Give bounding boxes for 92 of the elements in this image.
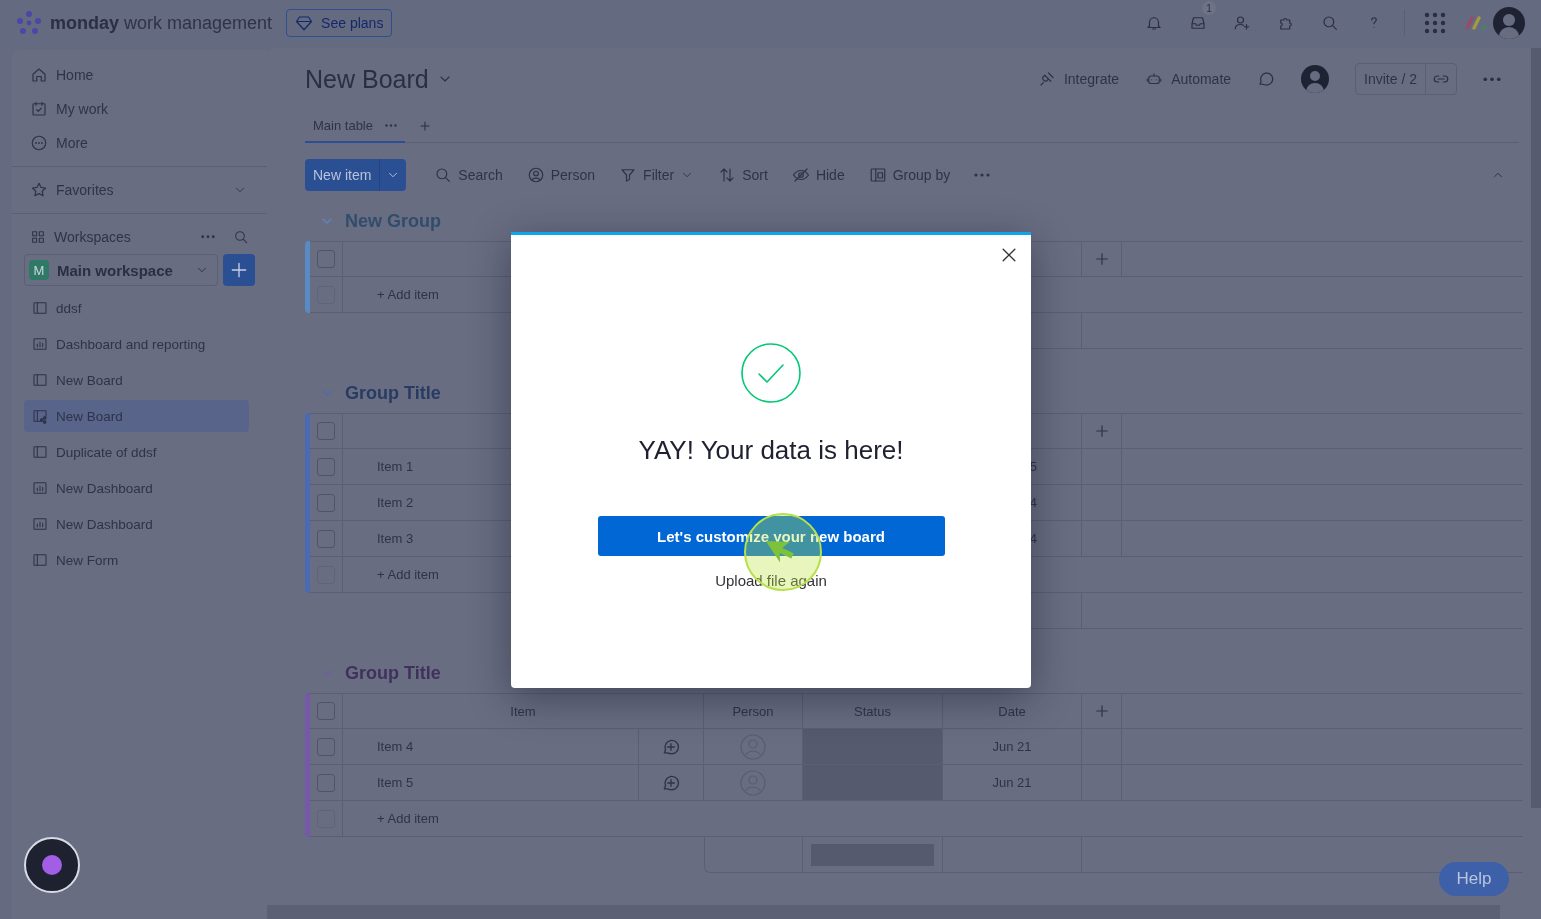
diamond-icon [295, 14, 314, 32]
checkbox[interactable] [317, 773, 335, 792]
item-name[interactable]: Item 1 [377, 459, 414, 474]
more-dots-icon [974, 173, 991, 177]
checkbox[interactable] [317, 422, 335, 440]
filter-icon [619, 166, 638, 184]
grid-dots-icon [1424, 12, 1446, 34]
more-dots-icon [1483, 76, 1501, 82]
more-dots-icon [385, 123, 397, 127]
board-icon [32, 444, 48, 460]
item-name[interactable]: Item 2 [377, 495, 414, 510]
modal-title: YAY! Your data is here! [638, 435, 904, 466]
sidebar-board-item[interactable]: Duplicate of ddsf [24, 436, 249, 468]
favorites-toggle[interactable]: Favorites [12, 173, 267, 207]
toolbar-button[interactable]: Person [514, 159, 608, 191]
star-icon [30, 181, 48, 199]
date-cell: Jun 21 [992, 739, 1032, 754]
invite-control[interactable]: Invite / 2 [1355, 63, 1457, 95]
new-item-button[interactable]: New item [305, 159, 407, 191]
board-action-button[interactable]: Integrate [1037, 70, 1120, 88]
calendar-check-icon [30, 100, 48, 118]
board-title[interactable]: New Board [305, 64, 453, 94]
board-icon [32, 552, 48, 568]
more-options-button[interactable] [1483, 76, 1501, 82]
help-button[interactable]: Help [1439, 862, 1509, 896]
more-circle-icon [30, 134, 48, 152]
notification-badge: 1 [1202, 1, 1216, 15]
board-icon [32, 372, 48, 388]
workspaces-label: Workspaces [54, 229, 131, 245]
see-plans-button[interactable]: See plans [286, 9, 393, 37]
home-icon [30, 66, 48, 84]
checkbox[interactable] [317, 250, 335, 268]
checkbox[interactable] [317, 493, 335, 512]
toolbar-button[interactable]: Group by [856, 159, 963, 191]
sidebar-board-item[interactable]: New Form [24, 544, 249, 576]
search-icon [1321, 14, 1339, 32]
sidebar-board-item[interactable]: New Dashboard [24, 508, 249, 540]
workspaces-icon [30, 229, 46, 245]
chat-bubble-icon [1257, 70, 1276, 88]
item-name[interactable]: Item 3 [377, 531, 414, 546]
person-add-icon [1233, 14, 1251, 32]
view-tab[interactable]: Main table [305, 109, 405, 143]
plus-icon [229, 260, 249, 280]
sidebar-board-item[interactable]: New Dashboard [24, 472, 249, 504]
bell-icon [1145, 14, 1163, 32]
toolbar-button[interactable]: Search [422, 159, 515, 191]
sidebar-nav-item[interactable]: Home [12, 58, 267, 92]
dashboard-icon [32, 480, 48, 496]
check-circle-icon [739, 341, 803, 405]
brand-name: monday work management [50, 12, 273, 34]
toolbar-button[interactable]: Hide [779, 159, 857, 191]
person-circle-icon [526, 166, 545, 184]
updates-button[interactable] [1257, 70, 1276, 88]
checkbox[interactable] [317, 737, 335, 756]
board-action-button[interactable]: Automate [1145, 70, 1232, 88]
workspace-initial-icon: M [29, 260, 49, 280]
sidebar-board-item[interactable]: New Board [24, 364, 249, 396]
sidebar-board-item[interactable]: New Board [24, 400, 249, 432]
checkbox[interactable] [317, 457, 335, 476]
group-title[interactable]: Group Title [345, 382, 441, 404]
group-title[interactable]: Group Title [345, 662, 441, 684]
checkbox[interactable] [317, 529, 335, 548]
more-options-button[interactable] [201, 235, 215, 239]
toolbar-button[interactable]: Sort [706, 159, 780, 191]
dashboard-icon [32, 516, 48, 532]
item-name[interactable]: Item 5 [377, 775, 414, 790]
date-cell: Jun 21 [992, 775, 1032, 790]
sidebar-board-item[interactable]: Dashboard and reporting [24, 328, 249, 360]
product-mark-icon [1465, 16, 1487, 30]
eye-slash-icon [791, 166, 810, 184]
group-by-icon [868, 166, 887, 184]
add-item-button[interactable]: + Add item [377, 287, 439, 302]
board-icon [32, 300, 48, 316]
add-button[interactable] [223, 254, 255, 286]
sidebar-board-item[interactable]: ddsf [24, 292, 249, 324]
add-item-button[interactable]: + Add item [377, 811, 439, 826]
toolbar-button[interactable]: Filter [607, 159, 707, 191]
record-indicator-icon [42, 855, 62, 875]
workspace-dropdown[interactable]: M Main workspace [24, 254, 218, 286]
sidebar-nav-item[interactable]: More [12, 126, 267, 160]
logo-icon [16, 10, 42, 36]
add-item-button[interactable]: + Add item [377, 567, 439, 582]
search-icon [434, 166, 453, 184]
dashboard-icon [32, 336, 48, 352]
more-dots-icon [201, 235, 215, 239]
shared-board-icon [32, 408, 48, 424]
inbox-icon [1189, 14, 1207, 32]
checkbox[interactable] [317, 702, 335, 720]
item-name[interactable]: Item 4 [377, 739, 414, 754]
sidebar-nav-item[interactable]: My work [12, 92, 267, 126]
workspace-search-button[interactable] [233, 229, 249, 245]
search-icon [233, 229, 249, 245]
